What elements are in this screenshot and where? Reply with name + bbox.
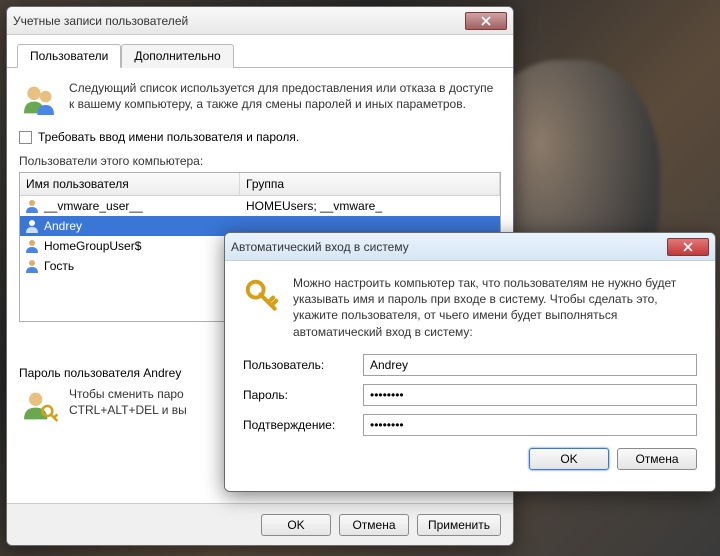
ok-button[interactable]: OK bbox=[529, 448, 609, 470]
key-icon bbox=[243, 277, 281, 315]
users-list-label: Пользователи этого компьютера: bbox=[19, 154, 501, 168]
user-key-icon bbox=[19, 386, 59, 426]
dialog-title: Автоматический вход в систему bbox=[231, 240, 665, 254]
require-login-checkbox[interactable] bbox=[19, 131, 32, 144]
confirm-label: Подтверждение: bbox=[243, 418, 363, 432]
confirm-input[interactable] bbox=[363, 414, 697, 436]
window-title: Учетные записи пользователей bbox=[13, 14, 463, 28]
close-icon bbox=[683, 242, 693, 252]
password-hint: Чтобы сменить паро CTRL+ALT+DEL и вы bbox=[69, 386, 187, 426]
cancel-button[interactable]: Отмена bbox=[617, 448, 697, 470]
info-text: Следующий список используется для предос… bbox=[69, 80, 501, 120]
listview-header: Имя пользователя Группа bbox=[20, 173, 500, 196]
tab-strip: Пользователи Дополнительно bbox=[7, 35, 513, 68]
dialog-footer: OK Отмена Применить bbox=[7, 503, 513, 545]
ok-button[interactable]: OK bbox=[261, 514, 331, 536]
require-login-label: Требовать ввод имени пользователя и паро… bbox=[38, 130, 299, 144]
list-item[interactable]: __vmware_user__ HOMEUsers; __vmware_ bbox=[20, 196, 500, 216]
user-icon bbox=[24, 198, 40, 214]
user-icon bbox=[24, 258, 40, 274]
dialog-text: Можно настроить компьютер так, что польз… bbox=[293, 275, 697, 340]
tab-users[interactable]: Пользователи bbox=[17, 44, 121, 68]
user-icon bbox=[24, 218, 40, 234]
user-input[interactable] bbox=[363, 354, 697, 376]
password-section-title: Пароль пользователя Andrey bbox=[19, 366, 219, 380]
tab-advanced[interactable]: Дополнительно bbox=[121, 44, 233, 68]
password-input[interactable] bbox=[363, 384, 697, 406]
password-label: Пароль: bbox=[243, 388, 363, 402]
apply-button[interactable]: Применить bbox=[417, 514, 501, 536]
user-icon bbox=[24, 238, 40, 254]
cancel-button[interactable]: Отмена bbox=[339, 514, 409, 536]
titlebar[interactable]: Учетные записи пользователей bbox=[7, 7, 513, 35]
column-name[interactable]: Имя пользователя bbox=[20, 173, 240, 195]
autologin-dialog: Автоматический вход в систему Можно наст… bbox=[224, 232, 716, 492]
users-icon bbox=[19, 80, 59, 120]
column-group[interactable]: Группа bbox=[240, 173, 500, 195]
titlebar[interactable]: Автоматический вход в систему bbox=[225, 233, 715, 261]
user-label: Пользователь: bbox=[243, 358, 363, 372]
close-button[interactable] bbox=[465, 12, 507, 30]
close-icon bbox=[481, 16, 491, 26]
close-button[interactable] bbox=[667, 238, 709, 256]
